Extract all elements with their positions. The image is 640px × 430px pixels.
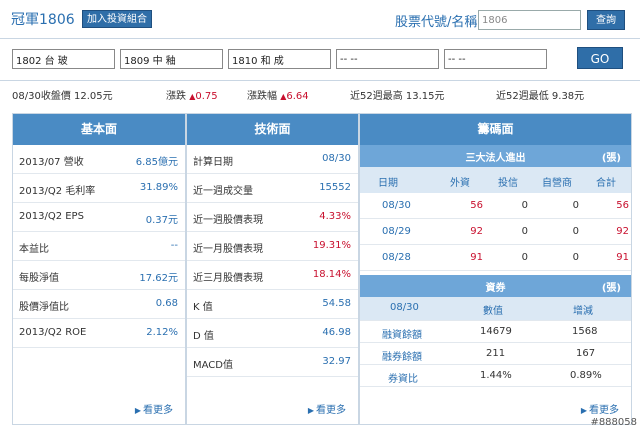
list-item: 2013/07 營收 6.85億元 [13, 145, 185, 174]
table-row: 08/30 56 0 0 56 [360, 193, 631, 219]
list-item: 本益比 -- [13, 232, 185, 261]
change-percent-value: 6.64 [286, 91, 309, 102]
change: 漲跌 ▲0.75 [166, 87, 218, 102]
change-percent: 漲跌幅 ▲6.64 [247, 87, 309, 102]
go-button[interactable]: GO [577, 47, 623, 69]
unit-label: (張) [601, 153, 621, 164]
change-percent-label: 漲跌幅 [247, 91, 277, 102]
institutional-title: 三大法人進出 [465, 153, 526, 164]
technical-title: 技術面 [187, 114, 358, 145]
list-item: 2013/Q2 ROE 2.12% [13, 319, 185, 348]
top-bar: 冠軍1806 加入投資組合 股票代號/名稱 查詢 [0, 0, 640, 38]
see-more-link[interactable]: ▶ 看更多 [135, 401, 173, 416]
add-to-portfolio-button[interactable]: 加入投資組合 [82, 10, 152, 28]
credit-header: 資券 (張) [360, 275, 631, 297]
table-row: 08/28 91 0 0 91 [360, 245, 631, 271]
search-input[interactable] [478, 10, 581, 30]
see-more-link[interactable]: ▶ 看更多 [308, 401, 346, 416]
close-price: 08/30收盤價 12.05元 [12, 91, 113, 102]
institutional-header: 三大法人進出 (張) [360, 145, 631, 167]
credit-table-header: 08/30 數值 增減 [360, 297, 631, 321]
list-item: 近一週成交量 15552 [187, 174, 358, 203]
compare-input-1[interactable] [12, 49, 115, 69]
compare-input-5[interactable] [444, 49, 547, 69]
technical-panel: 技術面 計算日期 08/30 近一週成交量 15552 近一週股價表現 4.33% 近… [186, 113, 359, 425]
high-52-week: 近52週最高 13.15元 [350, 91, 445, 102]
list-item: MACD值 32.97 [187, 348, 358, 377]
list-item: 近一週股價表現 4.33% [187, 203, 358, 232]
list-item: K 值 54.58 [187, 290, 358, 319]
fundamentals-panel: 基本面 2013/07 營收 6.85億元 2013/Q2 毛利率 31.89% 2… [12, 113, 186, 425]
change-label: 漲跌 [166, 91, 186, 102]
list-item: 近三月股價表現 18.14% [187, 261, 358, 290]
search-label: 股票代號/名稱 [395, 15, 478, 30]
stock-title: 冠軍1806 [11, 12, 75, 28]
list-item: 2013/Q2 毛利率 31.89% [13, 174, 185, 203]
list-item: 近一月股價表現 19.31% [187, 232, 358, 261]
chips-panel: 籌碼面 三大法人進出 (張) 日期 外資 投信 自營商 合計 08/30 56 … [359, 113, 632, 425]
watermark: #888058 [590, 417, 637, 428]
credit-title: 資券 [485, 283, 506, 294]
play-arrow-icon: ▶ [580, 406, 587, 415]
institutional-table-header: 日期 外資 投信 自營商 合計 [360, 167, 631, 193]
list-item: 股價淨值比 0.68 [13, 290, 185, 319]
table-row: 融資餘額 14679 1568 [360, 321, 631, 343]
unit-label: (張) [601, 283, 621, 294]
see-more-link[interactable]: ▶ 看更多 [581, 401, 619, 416]
divider [0, 38, 640, 39]
list-item: 2013/Q2 EPS 0.37元 [13, 203, 185, 232]
list-item: D 值 46.98 [187, 319, 358, 348]
low-52-week: 近52週最低 9.38元 [496, 91, 585, 102]
compare-input-4[interactable] [336, 49, 439, 69]
change-value: 0.75 [195, 91, 218, 102]
list-item: 計算日期 08/30 [187, 145, 358, 174]
compare-input-3[interactable] [228, 49, 331, 69]
table-row: 融券餘額 211 167 [360, 343, 631, 365]
price-summary: 08/30收盤價 12.05元 漲跌 ▲0.75 漲跌幅 ▲6.64 近52週最… [0, 87, 640, 103]
table-row: 08/29 92 0 0 92 [360, 219, 631, 245]
divider [0, 80, 640, 81]
query-button[interactable]: 查詢 [587, 10, 625, 30]
list-item: 每股淨值 17.62元 [13, 261, 185, 290]
play-arrow-icon: ▶ [307, 406, 314, 415]
table-row: 券資比 1.44% 0.89% [360, 365, 631, 387]
chips-title: 籌碼面 [360, 114, 631, 145]
fundamentals-title: 基本面 [13, 114, 185, 145]
compare-input-2[interactable] [120, 49, 223, 69]
play-arrow-icon: ▶ [134, 406, 141, 415]
